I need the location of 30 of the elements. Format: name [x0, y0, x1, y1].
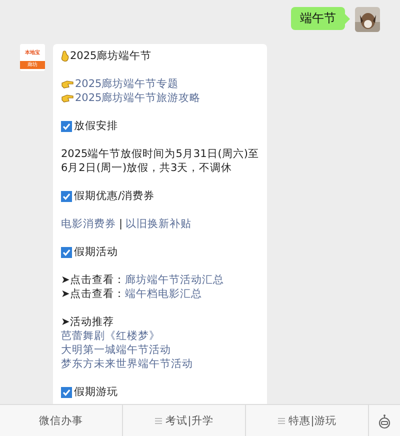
topic-link[interactable]: 2025廊坊端午节专题 — [75, 77, 179, 91]
topic-link[interactable]: 2025廊坊端午节旅游攻略 — [75, 91, 201, 105]
separator-text: | — [119, 217, 123, 231]
event-link[interactable]: 大明第一城端午节活动 — [61, 343, 171, 357]
menu-tab[interactable]: 特惠|游玩 — [246, 405, 369, 436]
menu-icon — [154, 418, 162, 424]
summary-link[interactable]: 端午档电影汇总 — [124, 287, 202, 301]
coupon-link[interactable]: 电影消费券 — [61, 217, 116, 231]
section-heading: 放假安排 — [74, 119, 118, 133]
section-heading: 假期活动 — [74, 245, 118, 259]
hand-icon — [61, 50, 69, 62]
message-text: ➤活动推荐 — [61, 315, 115, 329]
section-heading: 假期优惠/消费券 — [74, 189, 155, 203]
link-prefix: ➤点击查看： — [61, 273, 125, 287]
event-link[interactable]: 梦东方未来世界端午节活动 — [61, 357, 193, 371]
message-title: 2025廊坊端午节 — [70, 49, 152, 63]
pointing-hand-icon — [61, 80, 74, 88]
summary-link[interactable]: 廊坊端午节活动汇总 — [124, 273, 224, 287]
coupon-link[interactable]: 以旧换新补贴 — [126, 217, 192, 231]
menu-icon — [278, 418, 285, 424]
bubble-tail — [345, 14, 350, 24]
message-text: 2025端午节放假时间为5月31日(周六)至6月2日(周一)放假，共3天，不调休 — [61, 147, 259, 175]
message-bubble: 端午节 — [291, 7, 345, 30]
event-link[interactable]: 芭蕾舞剧《红楼梦》 — [61, 329, 160, 343]
menu-tab[interactable]: 微信办事 — [0, 405, 123, 436]
pointing-hand-icon — [61, 94, 74, 102]
section-heading: 假期游玩 — [74, 385, 118, 399]
robot-icon[interactable] — [378, 414, 391, 428]
link-prefix: ➤点击查看： — [61, 287, 125, 301]
menu-tab[interactable]: 考试|升学 — [123, 405, 246, 436]
